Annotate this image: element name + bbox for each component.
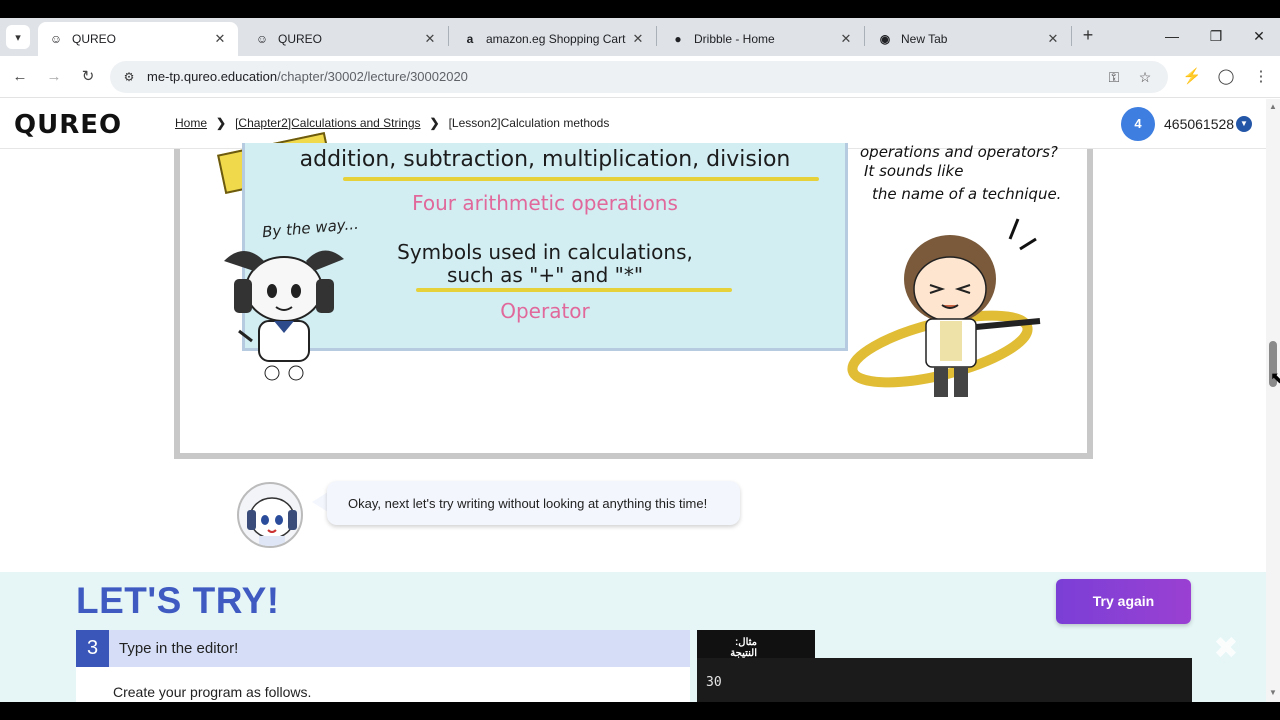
step-instruction: 3 Type in the editor! <box>76 630 690 667</box>
tab-separator <box>656 26 657 46</box>
try-again-button[interactable]: Try again <box>1056 579 1191 624</box>
speech-bubble-tail <box>312 492 328 512</box>
highlight-underline <box>416 288 732 292</box>
tab-search-dropdown-icon[interactable]: ▾ <box>6 25 30 49</box>
example-output-tab[interactable]: مثال: النتيجة <box>697 630 815 659</box>
tab-close-icon[interactable]: ✕ <box>838 31 854 47</box>
boy-character-illustration <box>847 218 1041 397</box>
tab-separator <box>448 26 449 46</box>
tab-title: amazon.eg Shopping Cart <box>486 32 626 46</box>
page-header: QUREO Home ❯ [Chapter2]Calculations and … <box>0 99 1266 149</box>
tab-title: QUREO <box>278 32 323 46</box>
shout-line-2: It sounds like <box>864 162 964 180</box>
profile-icon[interactable]: ◯ <box>1215 66 1237 88</box>
url-text[interactable]: me-tp.qureo.education/chapter/30002/lect… <box>147 69 468 84</box>
chevron-right-icon: ❯ <box>216 116 227 130</box>
step-description: Create your program as follows. <box>113 684 312 700</box>
globe-icon: ● <box>674 32 682 46</box>
new-tab-plus-icon[interactable]: + <box>1078 26 1098 46</box>
minimize-icon[interactable]: — <box>1152 24 1192 48</box>
lets-try-heading: LET'S TRY! <box>76 580 280 621</box>
chevron-down-icon[interactable]: ▼ <box>1236 116 1252 132</box>
vertical-scrollbar[interactable]: ▲ ▼ <box>1266 99 1280 702</box>
tab-close-icon[interactable]: ✕ <box>422 31 438 47</box>
scroll-up-arrow-icon[interactable]: ▲ <box>1266 101 1280 113</box>
robot-avatar-icon <box>247 497 297 546</box>
tab-close-icon[interactable]: ✕ <box>630 31 646 47</box>
tab-title: QUREO <box>72 32 117 46</box>
output-console <box>697 658 1192 702</box>
address-bar[interactable]: ⚙ me-tp.qureo.education/chapter/30002/le… <box>110 61 1168 93</box>
url-host: me-tp.qureo.education <box>147 69 278 84</box>
user-id[interactable]: 465061528 <box>1164 116 1234 132</box>
tab-dribble[interactable]: ● Dribble - Home ✕ <box>660 22 864 56</box>
browser-toolbar: ← → ↻ ⚙ me-tp.qureo.education/chapter/30… <box>0 56 1280 98</box>
tab-qureo[interactable]: ☺ QUREO ✕ <box>244 22 448 56</box>
menu-kebab-icon[interactable]: ⋮ <box>1250 66 1272 88</box>
reload-icon[interactable]: ↻ <box>77 66 99 88</box>
tab-new-tab[interactable]: ◉ New Tab ✕ <box>867 22 1071 56</box>
robot-avatar <box>237 482 303 548</box>
breadcrumb-home[interactable]: Home <box>175 116 207 130</box>
tab-separator <box>864 26 865 46</box>
extension-icon[interactable]: ⚡ <box>1181 66 1203 88</box>
restore-icon[interactable]: ❐ <box>1196 24 1236 48</box>
tab-title: New Tab <box>901 32 948 46</box>
comic-panel: addition, subtraction, multiplication, d… <box>174 132 1093 459</box>
site-settings-icon[interactable]: ⚙ <box>120 68 138 86</box>
password-key-icon[interactable]: ⚿ <box>1104 67 1124 87</box>
highlight-underline <box>343 177 819 181</box>
url-path: /chapter/30002/lecture/30002020 <box>277 69 468 84</box>
chrome-icon: ◉ <box>879 32 891 46</box>
tab-amazon[interactable]: a amazon.eg Shopping Cart ✕ <box>452 22 656 56</box>
speech-text: Okay, next let's try writing without loo… <box>348 495 708 511</box>
amazon-favicon-icon: a <box>466 32 474 46</box>
step-number: 3 <box>76 630 109 667</box>
breadcrumb-lesson: [Lesson2]Calculation methods <box>448 116 610 130</box>
speech-bubble: Okay, next let's try writing without loo… <box>327 481 740 525</box>
back-arrow-icon[interactable]: ← <box>9 66 31 88</box>
qureo-favicon-icon: ☺ <box>49 32 63 46</box>
screen-top-edge <box>0 0 1280 18</box>
board-line-arithmetic: addition, subtraction, multiplication, d… <box>299 147 791 172</box>
comic-shout: operations and operators? It sounds like… <box>860 143 1080 204</box>
chevron-right-icon: ❯ <box>429 116 440 130</box>
shout-line-1: operations and operators? <box>860 143 1058 161</box>
breadcrumb: Home ❯ [Chapter2]Calculations and String… <box>175 116 609 130</box>
capcut-watermark-icon: ✖ <box>1213 632 1239 665</box>
tab-close-icon[interactable]: ✕ <box>212 31 228 47</box>
shout-line-3: the name of a technique. <box>872 185 1062 203</box>
user-level-badge[interactable]: 4 <box>1121 107 1155 141</box>
board-caption-four-ops: Four arithmetic operations <box>412 191 678 215</box>
step-text: Type in the editor! <box>119 640 239 657</box>
qureo-favicon-icon: ☺ <box>255 32 269 46</box>
mouse-cursor-icon: ⬉ <box>1270 370 1280 387</box>
screen-bottom-edge <box>0 702 1280 720</box>
bookmark-star-icon[interactable]: ☆ <box>1135 67 1155 87</box>
robot-character-illustration <box>224 250 344 381</box>
tab-qureo-active[interactable]: ☺ QUREO ✕ <box>38 22 238 56</box>
console-output-text: 30 <box>706 675 722 690</box>
window-close-icon[interactable]: ✕ <box>1239 24 1279 48</box>
tab-title: Dribble - Home <box>694 32 775 46</box>
qureo-logo[interactable]: QUREO <box>14 110 122 140</box>
tab-close-icon[interactable]: ✕ <box>1045 31 1061 47</box>
forward-arrow-icon[interactable]: → <box>43 66 65 88</box>
breadcrumb-chapter[interactable]: [Chapter2]Calculations and Strings <box>235 116 420 130</box>
scroll-down-arrow-icon[interactable]: ▼ <box>1266 687 1280 699</box>
tab-separator <box>1071 26 1072 46</box>
